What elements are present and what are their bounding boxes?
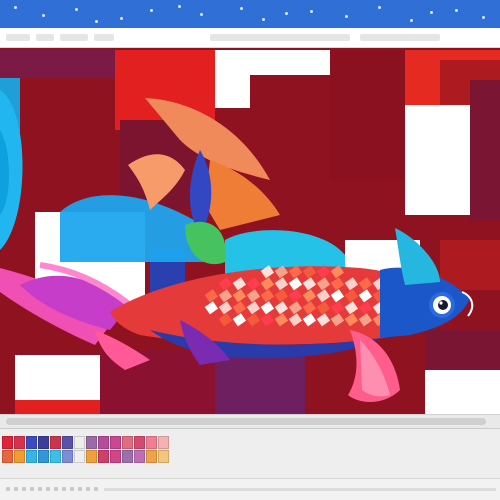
title-dot bbox=[95, 20, 98, 23]
color-swatch[interactable] bbox=[158, 450, 169, 463]
paint-app-window bbox=[0, 0, 500, 500]
status-bar bbox=[0, 478, 500, 500]
title-dot bbox=[240, 7, 243, 10]
toolbar-item[interactable] bbox=[360, 34, 440, 41]
status-indicator bbox=[94, 487, 98, 491]
status-indicator bbox=[86, 487, 90, 491]
scrollbar-thumb[interactable] bbox=[6, 418, 486, 425]
status-indicator bbox=[22, 487, 26, 491]
title-dot bbox=[120, 17, 123, 20]
canvas-workspace bbox=[0, 48, 500, 428]
title-dot bbox=[178, 5, 181, 8]
color-swatch[interactable] bbox=[26, 450, 37, 463]
status-indicator bbox=[14, 487, 18, 491]
koi-artwork bbox=[0, 48, 500, 414]
status-indicator bbox=[62, 487, 66, 491]
title-dot bbox=[482, 16, 485, 19]
title-dot bbox=[75, 8, 78, 11]
color-swatch[interactable] bbox=[14, 450, 25, 463]
title-dot bbox=[310, 10, 313, 13]
title-dot bbox=[430, 11, 433, 14]
color-swatch[interactable] bbox=[146, 450, 157, 463]
color-swatch[interactable] bbox=[14, 436, 25, 449]
color-swatch[interactable] bbox=[146, 436, 157, 449]
status-indicator bbox=[6, 487, 10, 491]
color-swatch[interactable] bbox=[74, 436, 85, 449]
toolbar-item[interactable] bbox=[6, 34, 30, 41]
color-swatch[interactable] bbox=[110, 450, 121, 463]
title-dot bbox=[345, 15, 348, 18]
status-indicator bbox=[54, 487, 58, 491]
color-swatch[interactable] bbox=[122, 450, 133, 463]
color-swatch[interactable] bbox=[134, 436, 145, 449]
color-swatch[interactable] bbox=[50, 450, 61, 463]
toolbar bbox=[0, 28, 500, 48]
title-dot bbox=[200, 13, 203, 16]
color-swatches bbox=[2, 436, 172, 466]
toolbar-item[interactable] bbox=[94, 34, 114, 41]
title-dot bbox=[14, 6, 17, 9]
title-dot bbox=[262, 18, 265, 21]
title-dot bbox=[42, 14, 45, 17]
title-dot bbox=[378, 6, 381, 9]
color-swatch[interactable] bbox=[110, 436, 121, 449]
status-indicator bbox=[78, 487, 82, 491]
color-swatch[interactable] bbox=[38, 450, 49, 463]
title-bar[interactable] bbox=[0, 0, 500, 28]
title-bar-decoration bbox=[0, 0, 500, 28]
drawing-canvas[interactable] bbox=[0, 48, 500, 414]
color-swatch[interactable] bbox=[2, 450, 13, 463]
color-swatch[interactable] bbox=[50, 436, 61, 449]
color-swatch[interactable] bbox=[74, 450, 85, 463]
color-swatch[interactable] bbox=[62, 450, 73, 463]
color-swatch[interactable] bbox=[2, 436, 13, 449]
color-swatch[interactable] bbox=[86, 450, 97, 463]
title-dot bbox=[410, 19, 413, 22]
toolbar-item[interactable] bbox=[210, 34, 350, 41]
color-swatch[interactable] bbox=[26, 436, 37, 449]
title-dot bbox=[150, 9, 153, 12]
title-dot bbox=[285, 12, 288, 15]
status-indicator bbox=[70, 487, 74, 491]
status-indicator bbox=[30, 487, 34, 491]
color-swatch[interactable] bbox=[62, 436, 73, 449]
title-dot bbox=[455, 9, 458, 12]
status-indicator bbox=[46, 487, 50, 491]
color-swatch[interactable] bbox=[98, 450, 109, 463]
color-swatch[interactable] bbox=[158, 436, 169, 449]
toolbar-item[interactable] bbox=[36, 34, 54, 41]
color-swatch[interactable] bbox=[134, 450, 145, 463]
color-swatch[interactable] bbox=[38, 436, 49, 449]
status-track bbox=[104, 488, 496, 491]
toolbar-item[interactable] bbox=[60, 34, 88, 41]
status-indicator bbox=[38, 487, 42, 491]
color-swatch[interactable] bbox=[98, 436, 109, 449]
horizontal-scrollbar[interactable] bbox=[0, 414, 500, 428]
color-swatch[interactable] bbox=[86, 436, 97, 449]
color-swatch[interactable] bbox=[122, 436, 133, 449]
status-indicators bbox=[0, 487, 110, 491]
